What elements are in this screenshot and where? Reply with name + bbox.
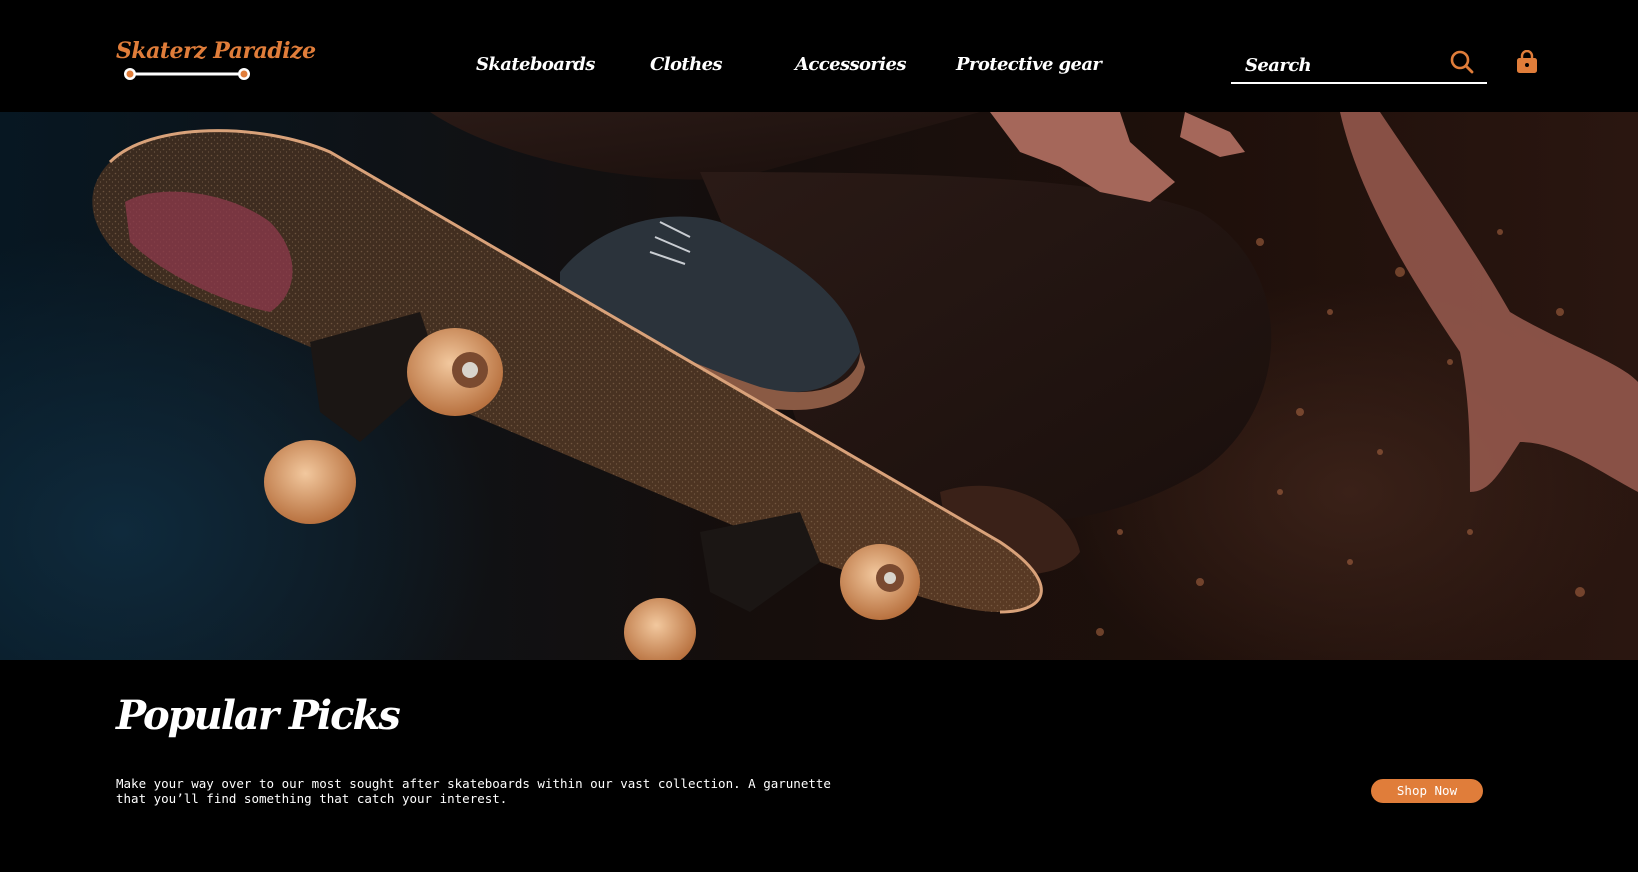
nav-item-accessories[interactable]: Accessories [795,54,907,75]
search-icon[interactable] [1449,49,1475,75]
logo-text: Skaterz Paradize [116,38,316,64]
search-bar [1231,44,1487,84]
shop-now-button[interactable]: Shop Now [1371,779,1483,803]
logo[interactable]: Skaterz Paradize [116,38,316,84]
section-title: Popular Picks [116,692,401,739]
nav-item-clothes[interactable]: Clothes [650,54,723,75]
nav-item-skateboards[interactable]: Skateboards [476,54,595,75]
section-description: Make your way over to our most sought af… [116,776,831,806]
shopping-bag-icon[interactable] [1516,50,1538,74]
nav-item-protective-gear[interactable]: Protective gear [956,54,1102,75]
site-header: Skaterz Paradize Skateboards Clothes Acc… [0,0,1638,112]
search-input[interactable] [1245,52,1445,78]
hero-banner [0,112,1638,660]
skateboard-logo-icon [124,68,250,80]
hero-image [92,112,1638,660]
